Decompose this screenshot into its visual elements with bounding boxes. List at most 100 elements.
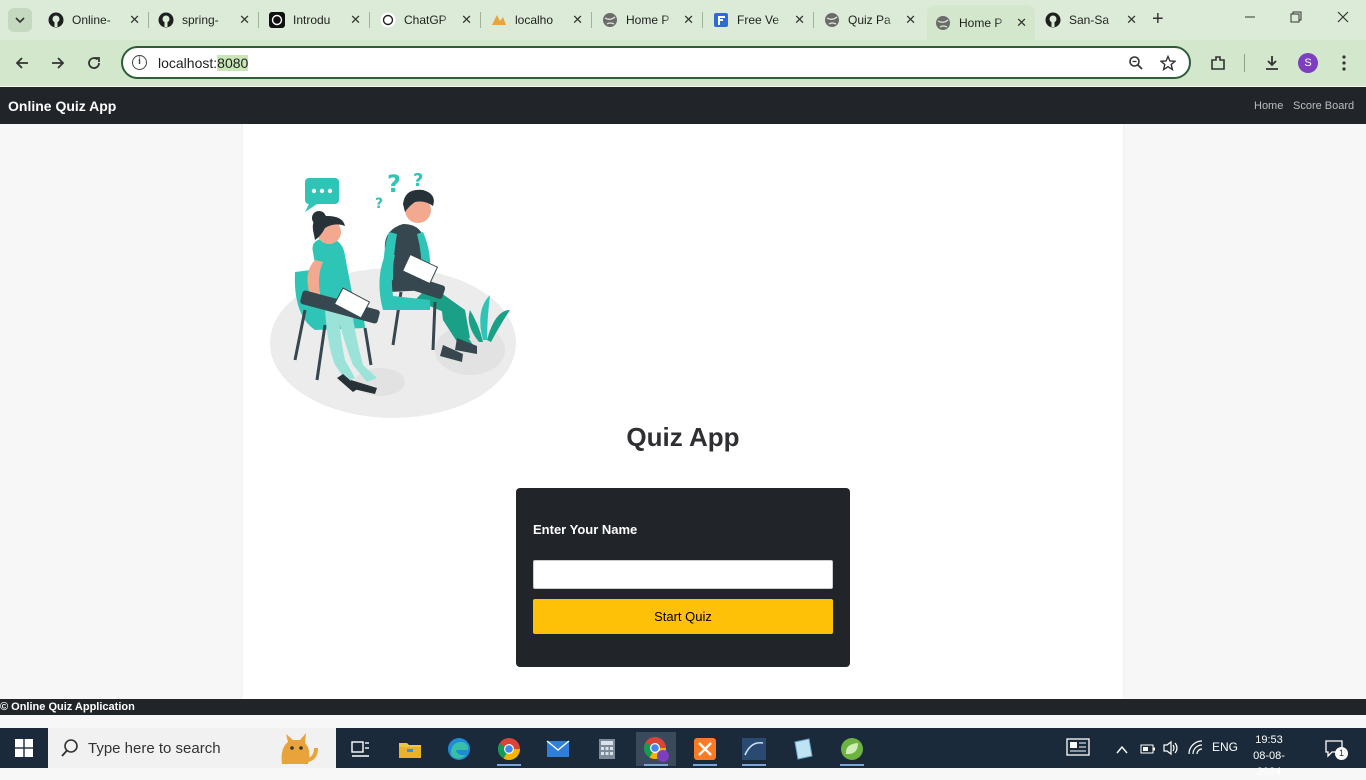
- globe-icon: [935, 15, 951, 31]
- name-form: Enter Your Name Start Quiz: [516, 488, 850, 667]
- news-widget-icon[interactable]: [1066, 738, 1090, 761]
- tab-divider: [258, 12, 259, 28]
- tab-title: spring-: [182, 13, 219, 27]
- name-label: Enter Your Name: [533, 522, 638, 537]
- search-placeholder: Type here to search: [88, 740, 221, 757]
- chevron-up-icon[interactable]: [1116, 742, 1128, 760]
- taskbar-xampp[interactable]: [685, 732, 725, 766]
- address-bar[interactable]: i localhost:8080: [121, 46, 1191, 79]
- task-view-button[interactable]: [340, 732, 380, 766]
- close-window-button[interactable]: [1337, 10, 1349, 26]
- taskbar-clock[interactable]: 19:53 08-08-2024: [1244, 732, 1294, 780]
- browser-tab-active[interactable]: Home P ✕: [927, 5, 1035, 40]
- windows-taskbar: Type here to search ENG 19:53 08-08-2024…: [0, 728, 1366, 778]
- taskbar-chrome[interactable]: [489, 732, 529, 766]
- browser-tab[interactable]: Home P ✕: [594, 6, 702, 34]
- battery-icon[interactable]: [1140, 742, 1156, 760]
- openai-icon: [380, 12, 396, 28]
- wifi-icon[interactable]: [1188, 740, 1204, 761]
- tab-title: Online-: [72, 13, 111, 27]
- name-input[interactable]: [533, 560, 833, 589]
- zoom-icon[interactable]: [1125, 52, 1147, 74]
- globe-icon: [602, 12, 618, 28]
- taskbar-search[interactable]: Type here to search: [48, 728, 336, 768]
- extensions-icon[interactable]: [1207, 52, 1229, 74]
- taskbar-spring-tool[interactable]: [832, 732, 872, 766]
- edge-icon: [448, 738, 470, 760]
- close-icon[interactable]: ✕: [1126, 12, 1137, 28]
- restore-button[interactable]: [1290, 10, 1302, 26]
- tab-divider: [480, 12, 481, 28]
- browser-tab[interactable]: San-Sa ✕: [1037, 6, 1145, 34]
- close-icon[interactable]: ✕: [239, 12, 250, 28]
- browser-tab[interactable]: Free Ve ✕: [705, 6, 813, 34]
- browser-tab[interactable]: Quiz Pa ✕: [816, 6, 924, 34]
- url-host: localhost:: [158, 55, 218, 71]
- windows-start-button[interactable]: [0, 728, 48, 768]
- close-icon[interactable]: ✕: [794, 12, 805, 28]
- download-icon[interactable]: [1261, 52, 1283, 74]
- close-icon[interactable]: ✕: [905, 12, 916, 28]
- app-brand[interactable]: Online Quiz App: [8, 98, 116, 114]
- toolbar-divider: [1244, 54, 1245, 72]
- calculator-icon: [599, 739, 615, 759]
- taskbar-notepad[interactable]: [783, 732, 823, 766]
- reload-icon: [88, 57, 100, 69]
- arrow-left-icon: [15, 57, 28, 69]
- taskbar-edge[interactable]: [439, 732, 479, 766]
- close-icon[interactable]: ✕: [461, 12, 472, 28]
- github-icon: [48, 12, 64, 28]
- menu-kebab-icon[interactable]: [1333, 52, 1355, 74]
- bookmark-star-icon[interactable]: [1157, 52, 1179, 74]
- tab-title: Free Ve: [737, 13, 780, 27]
- close-icon[interactable]: ✕: [572, 12, 583, 28]
- browser-tab[interactable]: ChatGP ✕: [372, 6, 480, 34]
- back-button[interactable]: [11, 52, 33, 74]
- openai-icon: [269, 12, 285, 28]
- taskbar-file-explorer[interactable]: [390, 732, 430, 766]
- browser-tab[interactable]: Online- ✕: [40, 6, 148, 34]
- nav-home-link[interactable]: Home: [1254, 100, 1283, 112]
- site-info-icon[interactable]: i: [132, 55, 147, 70]
- clock-date: 08-08-2024: [1253, 750, 1285, 778]
- taskbar-calculator[interactable]: [587, 732, 627, 766]
- url-port: 8080: [217, 55, 249, 71]
- tab-search-button[interactable]: [8, 8, 32, 32]
- nav-scoreboard-link[interactable]: Score Board: [1293, 100, 1354, 112]
- start-quiz-button[interactable]: Start Quiz: [533, 599, 833, 634]
- tab-title: Home P: [959, 15, 1003, 30]
- folder-icon: [399, 743, 421, 758]
- close-icon[interactable]: ✕: [1016, 15, 1027, 31]
- reload-button[interactable]: [83, 52, 105, 74]
- volume-icon[interactable]: [1162, 740, 1180, 761]
- browser-tab[interactable]: Introdu ✕: [261, 6, 369, 34]
- taskbar-mail[interactable]: [538, 732, 578, 766]
- github-icon: [1045, 12, 1061, 28]
- xampp-icon: [694, 738, 716, 760]
- chrome-profile-icon: [644, 737, 669, 762]
- browser-tab[interactable]: localho ✕: [483, 6, 591, 34]
- tab-divider: [702, 12, 703, 28]
- url-text[interactable]: localhost:8080: [158, 55, 249, 71]
- forward-button[interactable]: [47, 52, 69, 74]
- spring-leaf-icon: [841, 738, 863, 760]
- browser-tab[interactable]: spring- ✕: [150, 6, 258, 34]
- cat-illustration-icon: [281, 733, 318, 764]
- tab-title: ChatGP: [404, 13, 447, 27]
- profile-avatar[interactable]: S: [1298, 53, 1318, 73]
- taskbar-chrome-profile[interactable]: [636, 732, 676, 766]
- task-view-icon: [351, 741, 369, 757]
- taskbar-sql-tool[interactable]: [734, 732, 774, 766]
- forms-icon: [713, 12, 729, 28]
- close-icon[interactable]: ✕: [129, 12, 140, 28]
- clock-time: 19:53: [1255, 734, 1283, 746]
- globe-icon: [824, 12, 840, 28]
- close-icon[interactable]: ✕: [683, 12, 694, 28]
- close-icon[interactable]: ✕: [350, 12, 361, 28]
- notification-button[interactable]: 1: [1324, 738, 1348, 763]
- new-tab-button[interactable]: +: [1152, 9, 1164, 29]
- language-indicator[interactable]: ENG: [1212, 740, 1238, 754]
- svg-text:?: ?: [375, 196, 383, 212]
- minimize-button[interactable]: [1244, 10, 1256, 26]
- browser-tab-strip: Online- ✕ spring- ✕ Introdu ✕ ChatGP ✕ l…: [0, 0, 1366, 40]
